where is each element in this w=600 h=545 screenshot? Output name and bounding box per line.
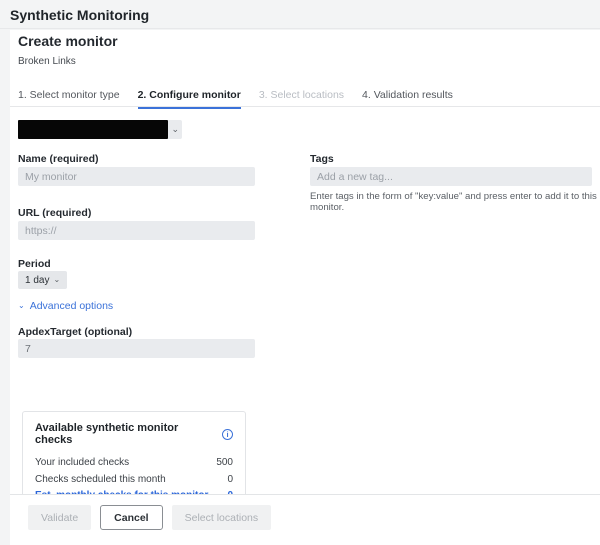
info-icon[interactable]: i: [222, 429, 233, 440]
name-label: Name (required): [18, 153, 99, 165]
tabs-divider: [10, 106, 600, 107]
card-heading: Create monitor: [18, 33, 118, 49]
available-checks-panel: Available synthetic monitor checks i You…: [22, 411, 246, 495]
checks-row-label: Your included checks: [35, 455, 129, 472]
chevron-down-icon: ⌄: [171, 123, 179, 135]
name-input[interactable]: [18, 167, 255, 186]
apdex-label: ApdexTarget (optional): [18, 326, 132, 338]
select-locations-button[interactable]: Select locations: [172, 505, 272, 530]
url-input[interactable]: [18, 221, 255, 240]
footer-divider: [10, 494, 600, 495]
chevron-down-icon: ⌄: [18, 301, 25, 310]
page-title: Synthetic Monitoring: [10, 7, 149, 23]
validate-button[interactable]: Validate: [28, 505, 91, 530]
tags-input[interactable]: [310, 167, 592, 186]
chevron-down-icon: ⌄: [53, 275, 60, 284]
checks-row-label: Checks scheduled this month: [35, 472, 166, 489]
app-window: Synthetic Monitoring Create monitor Brok…: [0, 0, 600, 545]
monitor-type-select[interactable]: ⌄: [18, 120, 182, 139]
period-label: Period: [18, 258, 51, 270]
footer-actions: Validate Cancel Select locations: [28, 505, 271, 530]
cancel-button[interactable]: Cancel: [100, 505, 162, 530]
tags-label: Tags: [310, 153, 334, 165]
advanced-options-label: Advanced options: [30, 300, 113, 312]
advanced-options-toggle[interactable]: ⌄ Advanced options: [18, 300, 113, 312]
period-select[interactable]: 1 day ⌄: [18, 271, 67, 289]
monitor-type-subheading: Broken Links: [18, 56, 76, 67]
checks-row-scheduled: Checks scheduled this month 0: [35, 472, 233, 489]
checks-row-value: 500: [216, 455, 233, 472]
url-label: URL (required): [18, 207, 91, 219]
period-value: 1 day: [25, 275, 49, 286]
apdex-input[interactable]: [18, 339, 255, 358]
checks-row-value: 0: [227, 472, 233, 489]
tags-help-text: Enter tags in the form of "key:value" an…: [310, 191, 598, 213]
redacted-select-value: [18, 120, 168, 139]
checks-panel-title: Available synthetic monitor checks: [35, 422, 216, 446]
checks-row-included: Your included checks 500: [35, 455, 233, 472]
